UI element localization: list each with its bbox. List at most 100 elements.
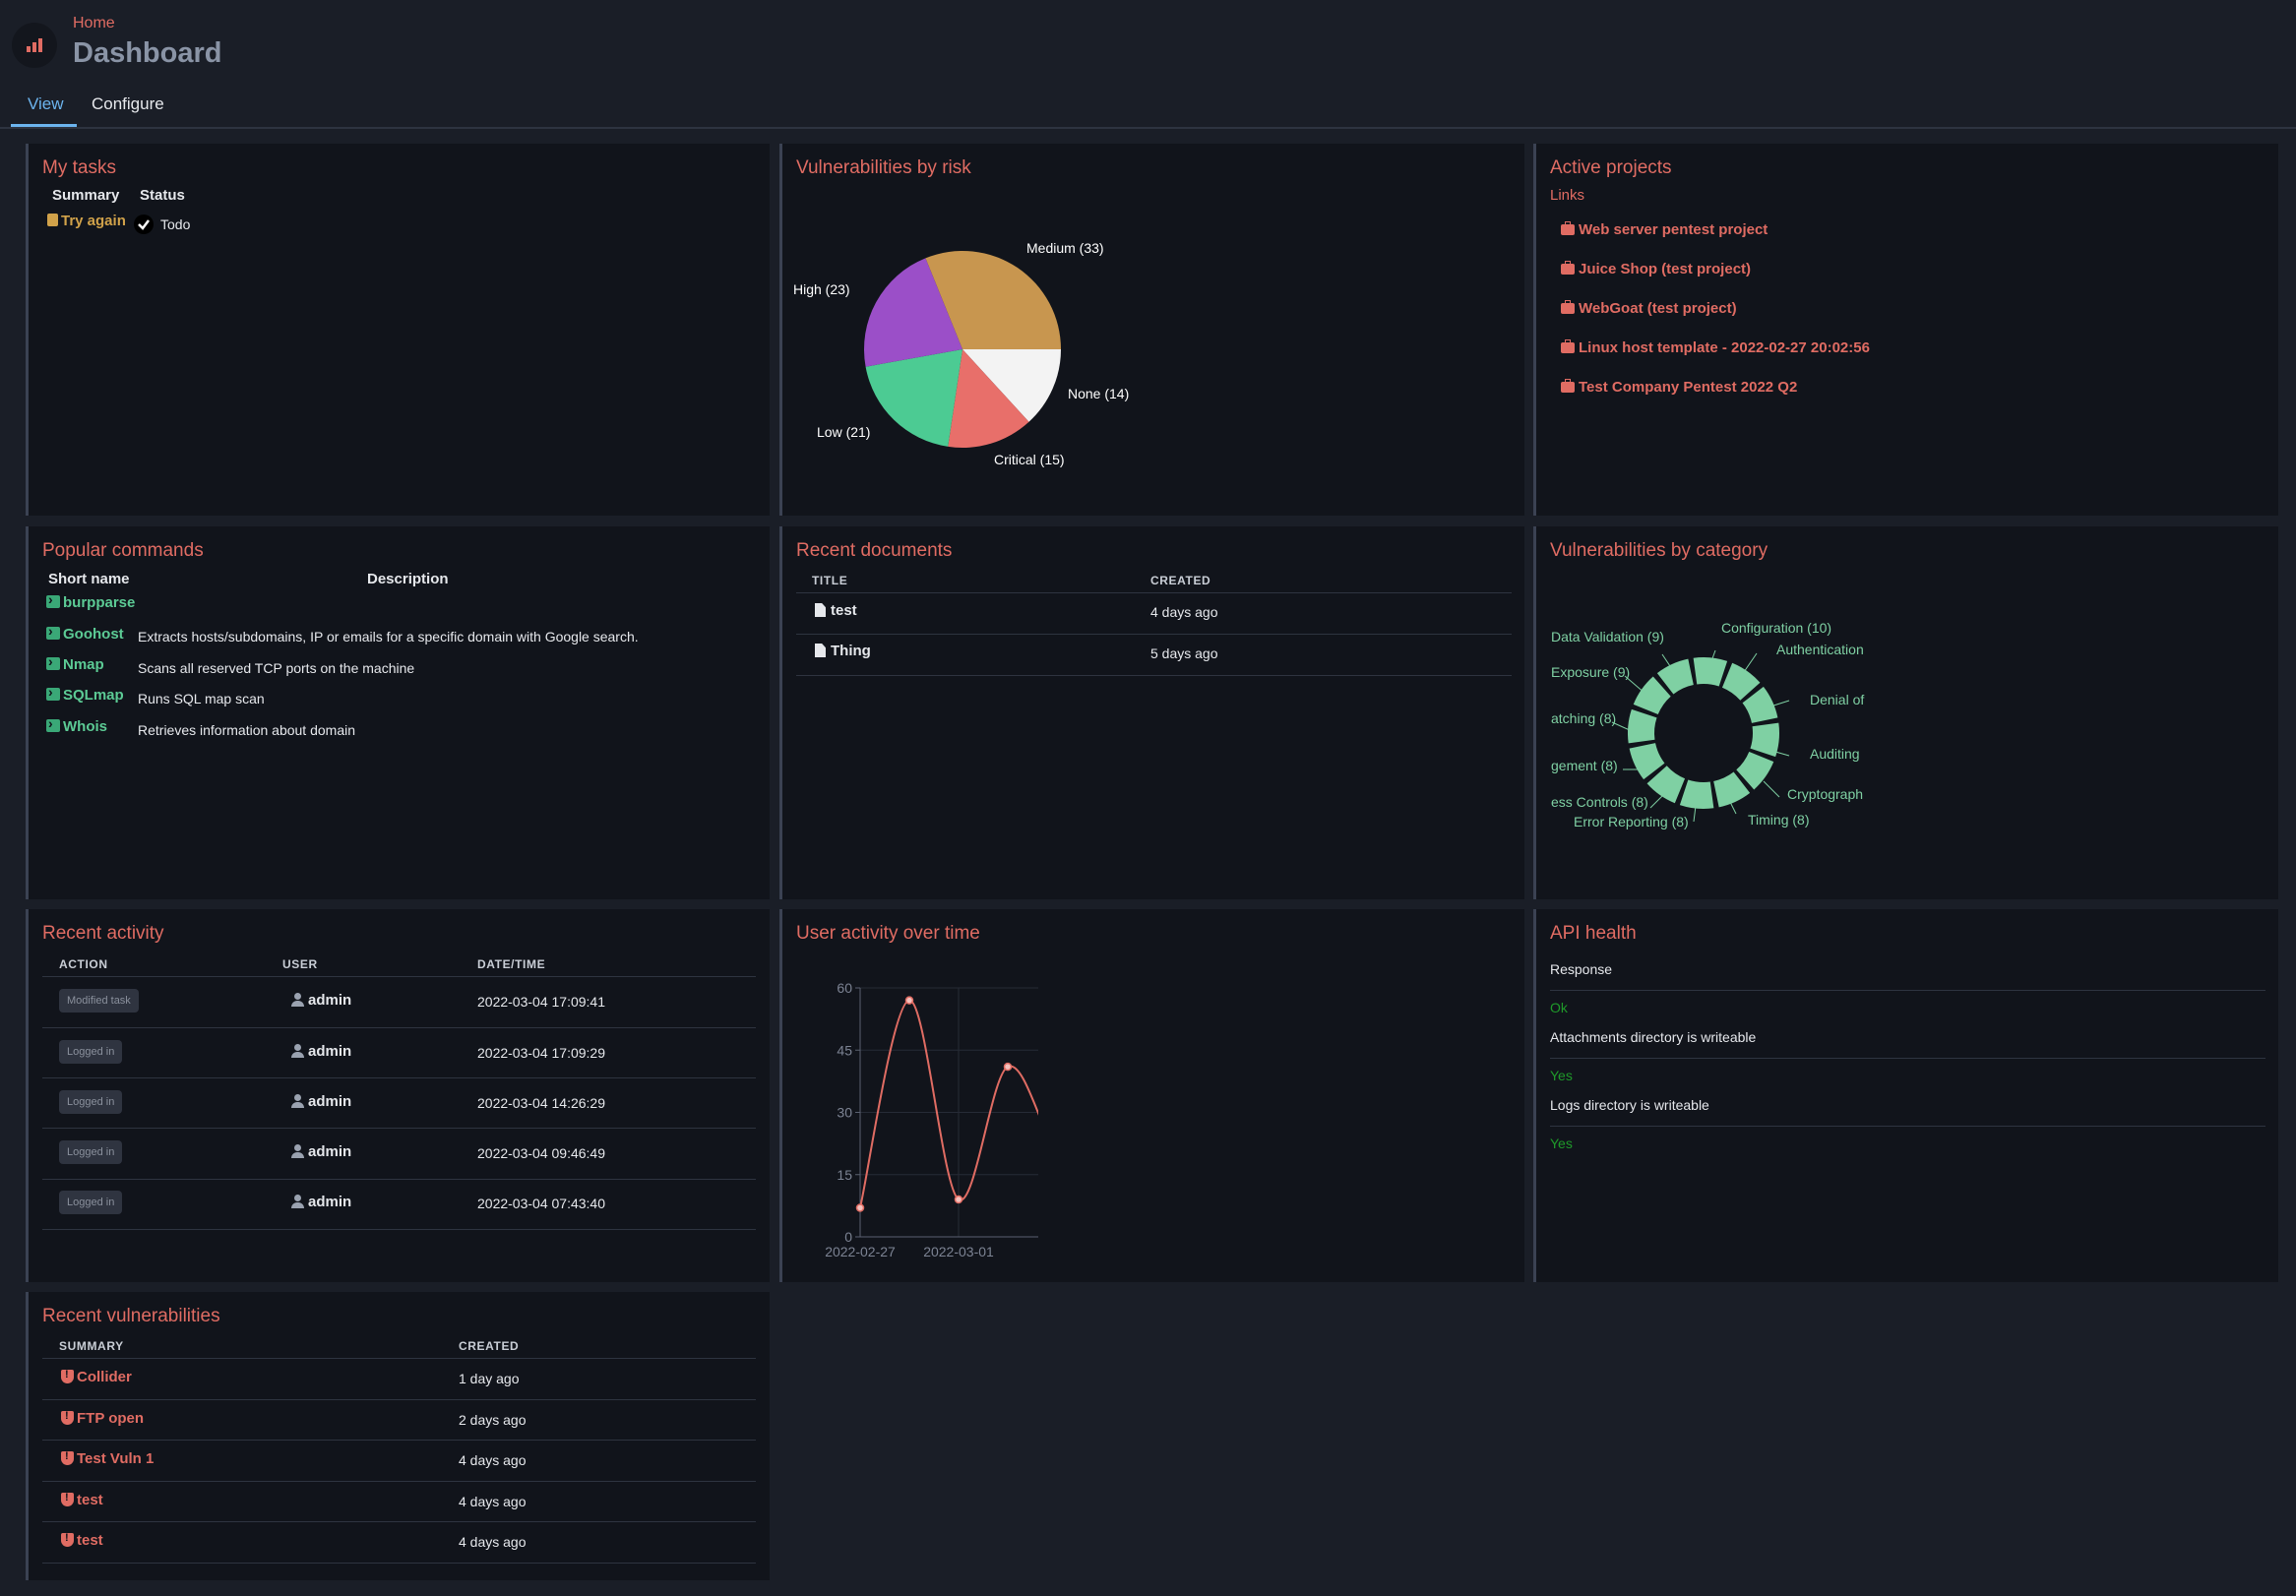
active-projects-widget: Active projects Links Web server pentest… [1533,144,2278,516]
action-badge: Logged in [59,1191,123,1214]
data-point [1003,1062,1013,1072]
terminal-icon [46,684,60,701]
task-summary: Try again [61,213,126,229]
category-label-timing: Timing (8) [1748,812,1810,828]
header-divider [0,127,2296,129]
pie-label-none: None (14) [1068,386,1129,401]
column-header-action: ACTION [59,957,108,971]
vulnerability-created: 4 days ago [459,1494,527,1509]
activity-datetime: 2022-03-04 17:09:41 [477,994,605,1010]
row-divider [42,1077,756,1078]
command-link[interactable]: Whois [46,715,107,735]
donut-segment-auditing [1750,722,1779,758]
row-divider [42,1128,756,1129]
page-title: Dashboard [73,37,222,69]
row-divider [42,1521,756,1522]
my-tasks-widget: My tasks Summary Status Try again Todo [26,144,770,516]
project-name: Test Company Pentest 2022 Q2 [1579,379,1798,396]
donut-segment-configuration [1693,657,1728,687]
user-icon [291,1044,304,1058]
user-activity-widget: User activity over time 0 15 30 45 60 2022-02… [779,909,1524,1282]
tab-view[interactable]: View [28,94,64,114]
vulnerability-summary: test [77,1492,103,1508]
column-header-status: Status [140,187,185,204]
y-tick-label: 15 [837,1167,852,1183]
vulnerability-link[interactable]: test [61,1492,103,1508]
y-tick-label: 30 [837,1105,852,1121]
links-subtitle: Links [1550,187,1585,204]
y-tick-label: 60 [837,980,852,996]
column-header-created: CREATED [459,1339,520,1353]
document-link[interactable]: Thing [815,643,871,659]
activity-datetime: 2022-03-04 17:09:29 [477,1045,605,1061]
row-divider [42,1399,756,1400]
category-donut-chart: Configuration (10) Authentication Denial… [1551,620,1864,829]
vulnerability-link[interactable]: FTP open [61,1410,144,1427]
user-icon [291,1094,304,1108]
column-header-description: Description [367,571,449,587]
y-tick-label: 0 [844,1229,852,1245]
command-name: SQLmap [63,687,124,704]
column-header-created: CREATED [1150,574,1211,587]
recent-vulnerabilities-widget: Recent vulnerabilities SUMMARY CREATED C… [26,1292,770,1580]
dashboard-logo-icon [12,23,57,68]
pie-label-low: Low (21) [817,424,870,440]
command-link[interactable]: SQLmap [46,684,124,704]
tab-configure[interactable]: Configure [92,94,164,114]
task-link[interactable]: Try again [47,213,126,229]
category-label-auditing: Auditing [1810,746,1860,762]
row-divider [42,1440,756,1441]
briefcase-icon [1561,379,1575,393]
breadcrumb-home[interactable]: Home [73,15,115,32]
project-link[interactable]: Juice Shop (test project) [1561,261,1751,277]
command-link[interactable]: Goohost [46,623,124,643]
recent-documents-widget: Recent documents TITLE CREATED test 4 da… [779,526,1524,899]
shield-alert-icon [61,1492,74,1506]
category-label-data-validation: Data Validation (9) [1551,629,1664,645]
document-icon [815,644,826,657]
clipboard-icon [47,214,58,226]
activity-datetime: 2022-03-04 09:46:49 [477,1145,605,1161]
recent-activity-widget: Recent activity ACTION USER DATE/TIME Mo… [26,909,770,1282]
action-badge: Logged in [59,1140,123,1164]
category-label-exposure: Exposure (9) [1551,664,1630,680]
x-tick-label: 2022-03-01 [923,1244,994,1259]
project-link[interactable]: Web server pentest project [1561,221,1768,238]
action-badge: Modified task [59,989,139,1013]
row-divider [796,634,1512,635]
vulnerability-link[interactable]: Collider [61,1369,132,1385]
project-link[interactable]: Linux host template - 2022-02-27 20:02:5… [1561,339,1870,356]
command-link[interactable]: burpparse [46,591,135,611]
category-label-patching: atching (8) [1551,710,1616,726]
api-check-label: Logs directory is writeable [1550,1097,1709,1113]
action-badge: Logged in [59,1090,123,1114]
vulnerability-summary: Collider [77,1369,132,1385]
command-name: Goohost [63,626,124,643]
command-link[interactable]: Nmap [46,653,104,673]
popular-commands-widget: Popular commands Short name Description … [26,526,770,899]
pie-label-high: High (23) [793,281,850,297]
column-header-datetime: DATE/TIME [477,957,546,971]
donut-segment-error-reporting [1679,779,1714,809]
data-point [954,1195,963,1204]
command-description: Scans all reserved TCP ports on the mach… [138,660,415,676]
shield-alert-icon [61,1369,74,1383]
project-link[interactable]: WebGoat (test project) [1561,300,1737,317]
shield-alert-icon [61,1532,74,1547]
document-created: 4 days ago [1150,604,1218,620]
series-line [859,999,1038,1208]
vulnerability-created: 4 days ago [459,1452,527,1468]
vulnerability-link[interactable]: Test Vuln 1 [61,1450,154,1467]
shield-alert-icon [61,1450,74,1465]
table-header-divider [42,976,756,977]
row-divider [1550,1058,2265,1059]
widget-title: Recent documents [796,540,953,561]
pie-label-critical: Critical (15) [994,452,1065,467]
project-link[interactable]: Test Company Pentest 2022 Q2 [1561,379,1797,396]
user-icon [291,1144,304,1158]
document-link[interactable]: test [815,602,857,619]
vulnerability-link[interactable]: test [61,1532,103,1549]
data-point [855,1203,865,1212]
briefcase-icon [1561,339,1575,353]
command-description: Retrieves information about domain [138,722,356,738]
